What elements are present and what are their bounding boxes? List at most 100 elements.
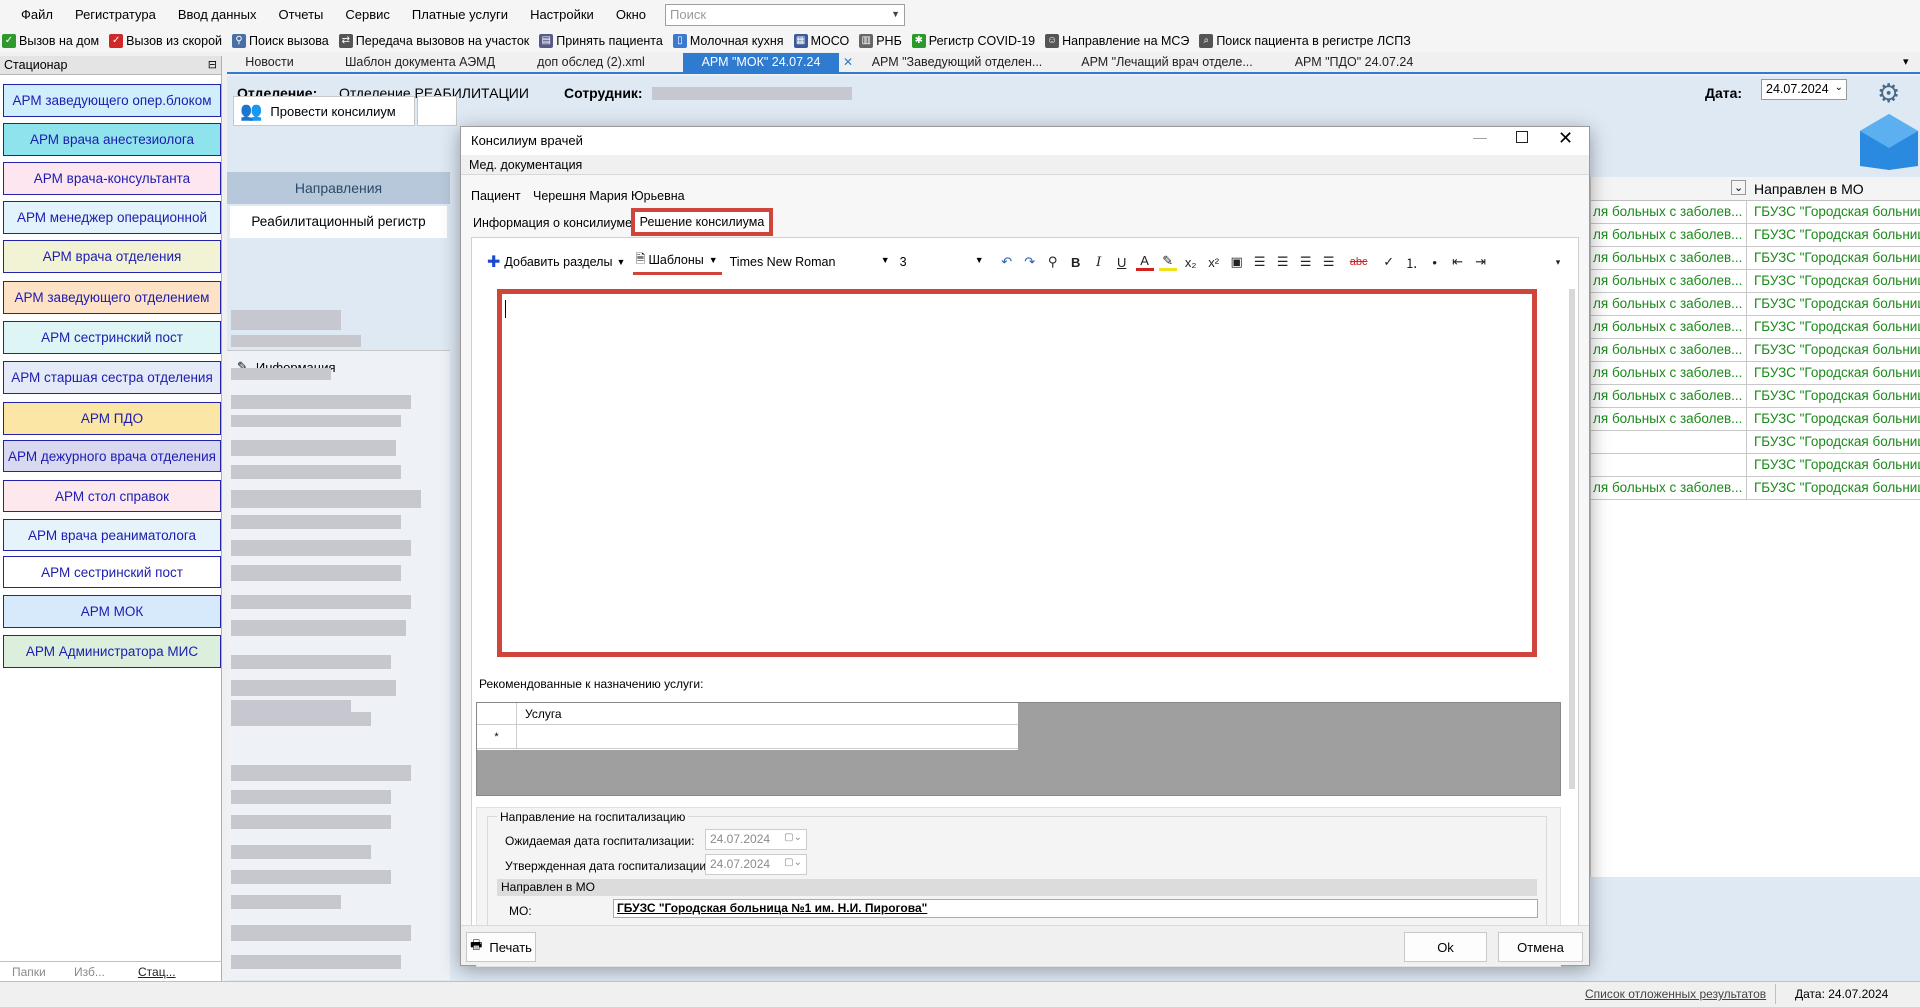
minimize-icon[interactable]: — <box>1473 129 1487 145</box>
toolbar-button[interactable]: ▦ МОСО <box>793 33 849 48</box>
chevron-down-icon[interactable]: ⌄ <box>1835 82 1843 93</box>
tab-folders[interactable]: Папки <box>12 965 46 979</box>
tab-favorites[interactable]: Изб... <box>74 965 105 979</box>
font-family-select[interactable]: Times New Roman ▼ <box>730 255 890 269</box>
table-row[interactable]: ля больных с заболев... ГБУЗС "Городская … <box>1591 408 1920 431</box>
align-right-icon[interactable]: ☰ <box>1297 253 1315 271</box>
arm-item[interactable]: АРМ ПДО <box>3 402 221 435</box>
align-left-icon[interactable]: ☰ <box>1251 253 1269 271</box>
table-row[interactable]: ля больных с заболев... ГБУЗС "Городская … <box>1591 201 1920 224</box>
table-row[interactable]: ля больных с заболев... ГБУЗС "Городская … <box>1591 224 1920 247</box>
arm-item[interactable]: АРМ врача-консультанта <box>3 162 221 195</box>
document-tab[interactable]: Новости <box>227 53 312 72</box>
table-row[interactable]: ля больных с заболев... ГБУЗС "Городская … <box>1591 477 1920 500</box>
templates-button[interactable]: 🗎 Шаблоны ▼ <box>633 250 722 275</box>
tab-hospital[interactable]: Стац... <box>138 965 176 979</box>
toolbar-button[interactable]: ⇄ Передача вызовов на участок <box>338 33 529 48</box>
subscript-icon[interactable]: x₂ <box>1182 253 1200 271</box>
table-row[interactable]: ля больных с заболев... ГБУЗС "Городская … <box>1591 385 1920 408</box>
toolbar-button[interactable]: ▤ Принять пациента <box>539 33 663 48</box>
decision-text-editor[interactable] <box>497 289 1537 657</box>
ok-button[interactable]: Ok <box>1404 932 1487 962</box>
pin-icon[interactable]: ⊟ <box>208 56 217 75</box>
secondary-action-button[interactable] <box>417 96 457 126</box>
underline-icon[interactable]: U <box>1113 253 1131 271</box>
tabs-overflow-icon[interactable]: ▾ <box>1903 55 1909 68</box>
arm-item[interactable]: АРМ заведующего опер.блоком <box>3 84 221 117</box>
font-color-icon[interactable]: A <box>1135 253 1154 271</box>
spellcheck-icon[interactable]: ✓ <box>1380 253 1398 271</box>
align-center-icon[interactable]: ☰ <box>1274 253 1292 271</box>
arm-item[interactable]: АРМ стол справок <box>3 480 221 512</box>
chevron-down-icon[interactable]: ▼ <box>616 257 625 267</box>
toolbar-button[interactable]: ⌕ Поиск пациента в регистре ЛСПЗ <box>1199 33 1411 48</box>
toolbar-button[interactable]: ▥ РНБ <box>859 33 902 48</box>
table-row[interactable]: ля больных с заболев... ГБУЗС "Городская … <box>1591 316 1920 339</box>
toolbar-button[interactable]: ⚲ Поиск вызова <box>232 33 329 48</box>
table-row[interactable]: ГБУЗС "Городская больница <box>1591 454 1920 477</box>
menu-item[interactable]: Ввод данных <box>167 0 268 29</box>
cancel-button[interactable]: Отмена <box>1498 932 1583 962</box>
numbered-list-icon[interactable]: ⒈ <box>1403 253 1421 271</box>
filter-dropdown-icon[interactable]: ⌄ <box>1731 180 1747 195</box>
toolbar-button[interactable]: ▯ Молочная кухня <box>672 33 784 48</box>
confirmed-date-picker[interactable]: 24.07.2024 ▢⌄ <box>705 854 807 875</box>
toolbar-button[interactable]: ✓ Вызов на дом <box>2 33 99 48</box>
highlight-icon[interactable]: ✎ <box>1158 253 1177 271</box>
menu-item[interactable]: Сервис <box>334 0 401 29</box>
table-row[interactable]: ля больных с заболев... ГБУЗС "Городская … <box>1591 270 1920 293</box>
document-tab[interactable]: АРМ "Лечащий врач отделе... <box>1067 53 1267 72</box>
hold-consilium-button[interactable]: 👥 Провести консилиум <box>233 96 415 126</box>
tab-consilium-decision[interactable]: Решение консилиума <box>631 208 773 236</box>
expected-date-picker[interactable]: 24.07.2024 ▢⌄ <box>705 829 807 850</box>
chevron-down-icon[interactable]: ▼ <box>891 9 900 19</box>
menu-item[interactable]: Настройки <box>519 0 605 29</box>
toolbar-button[interactable]: ☺ Направление на МСЭ <box>1045 33 1189 48</box>
document-tab[interactable]: АРМ "Заведующий отделен... <box>857 53 1057 72</box>
menu-med-documentation[interactable]: Мед. документация <box>469 158 582 172</box>
find-icon[interactable]: ⚲ <box>1044 253 1062 271</box>
menu-item[interactable]: Отчеты <box>267 0 334 29</box>
dialog-scrollbar[interactable] <box>1569 289 1575 789</box>
document-tab[interactable]: Шаблон документа АЭМД <box>330 53 510 72</box>
calendar-icon[interactable]: ▢⌄ <box>784 832 802 843</box>
maximize-icon[interactable] <box>1516 131 1528 143</box>
date-picker[interactable]: 24.07.2024 ⌄ <box>1761 79 1847 100</box>
table-row[interactable]: ля больных с заболев... ГБУЗС "Городская … <box>1591 339 1920 362</box>
document-tab[interactable]: АРМ "ПДО" 24.07.24 <box>1279 53 1429 72</box>
arm-item[interactable]: АРМ сестринский пост <box>3 321 221 354</box>
arm-item[interactable]: АРМ старшая сестра отделения <box>3 361 221 394</box>
mo-field[interactable]: ГБУЗС "Городская больница №1 им. Н.И. Пи… <box>613 899 1538 918</box>
calendar-icon[interactable]: ▢⌄ <box>784 857 802 868</box>
toolbar-button[interactable]: ✓ Вызов из скорой <box>109 33 222 48</box>
services-new-row[interactable]: * <box>477 725 1018 749</box>
table-row[interactable]: ля больных с заболев... ГБУЗС "Городская … <box>1591 362 1920 385</box>
tab-consilium-info[interactable]: Информация о консилиуме <box>473 216 632 230</box>
document-tab[interactable]: АРМ "МОК" 24.07.24 ✕ <box>683 53 853 72</box>
indent-icon[interactable]: ⇥ <box>1472 253 1490 271</box>
menu-item[interactable]: Окно <box>605 0 657 29</box>
gear-icon[interactable]: ⚙ <box>1877 78 1900 109</box>
menu-item[interactable]: Регистратура <box>64 0 167 29</box>
nav-item-rehab-register[interactable]: Реабилитационный регистр <box>230 206 447 238</box>
arm-item[interactable]: АРМ врача реаниматолога <box>3 519 221 551</box>
bold-icon[interactable]: B <box>1067 253 1085 271</box>
toolbar-overflow-icon[interactable]: ▾ <box>1549 253 1567 271</box>
arm-item[interactable]: АРМ врача отделения <box>3 240 221 273</box>
search-input[interactable]: Поиск ▼ <box>665 4 905 26</box>
table-row[interactable]: ГБУЗС "Городская больница <box>1591 431 1920 454</box>
italic-icon[interactable]: I <box>1090 253 1108 271</box>
insert-image-icon[interactable]: ▣ <box>1228 253 1246 271</box>
outdent-icon[interactable]: ⇤ <box>1449 253 1467 271</box>
print-button[interactable]: 🖶 Печать <box>466 932 536 962</box>
menu-item[interactable]: Файл <box>10 0 64 29</box>
arm-item[interactable]: АРМ Администратора МИС <box>3 635 221 668</box>
arm-item[interactable]: АРМ дежурного врача отделения <box>3 440 221 472</box>
arm-item[interactable]: АРМ менеджер операционной <box>3 201 221 234</box>
arm-item[interactable]: АРМ сестринский пост <box>3 556 221 588</box>
table-row[interactable]: ля больных с заболев... ГБУЗС "Городская … <box>1591 293 1920 316</box>
font-size-select[interactable]: 3 ▼ <box>900 255 984 269</box>
arm-item[interactable]: АРМ заведующего отделением <box>3 281 221 314</box>
add-sections-button[interactable]: Добавить разделы <box>504 255 612 269</box>
arm-item[interactable]: АРМ МОК <box>3 595 221 628</box>
